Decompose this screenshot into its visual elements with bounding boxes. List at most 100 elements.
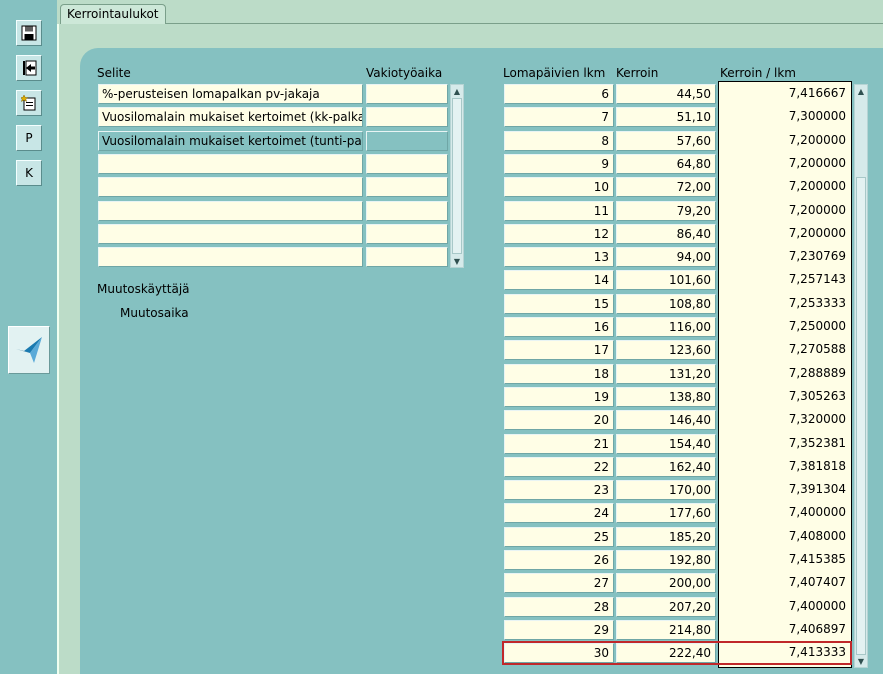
selite-field[interactable] [98,201,363,221]
scroll-thumb[interactable] [856,177,866,655]
kerroin-per-lkm-field[interactable]: 7,381818 [720,457,850,477]
lomapaivien-lkm-field[interactable]: 18 [504,364,614,384]
kerroin-field[interactable]: 154,40 [616,434,716,454]
kerroin-field[interactable]: 57,60 [616,131,716,151]
scroll-up-icon[interactable]: ▲ [855,85,867,97]
kerroin-field[interactable]: 185,20 [616,527,716,547]
lomapaivien-lkm-field[interactable]: 30 [504,643,614,663]
lomapaivien-lkm-field[interactable]: 20 [504,410,614,430]
kerroin-per-lkm-field[interactable]: 7,200000 [720,201,850,221]
kerroin-field[interactable]: 146,40 [616,410,716,430]
lomapaivien-lkm-field[interactable]: 14 [504,270,614,290]
kerroin-field[interactable]: 86,40 [616,224,716,244]
lomapaivien-lkm-field[interactable]: 23 [504,480,614,500]
kerroin-field[interactable]: 207,20 [616,597,716,617]
kerroin-per-lkm-field[interactable]: 7,415385 [720,550,850,570]
kerroin-field[interactable]: 64,80 [616,154,716,174]
kerroin-field[interactable]: 101,60 [616,270,716,290]
kerroin-per-lkm-field[interactable]: 7,250000 [720,317,850,337]
scroll-down-icon[interactable]: ▼ [451,255,463,267]
lomapaivien-lkm-field[interactable]: 26 [504,550,614,570]
k-button[interactable]: K [16,160,42,186]
lomapaivien-lkm-field[interactable]: 16 [504,317,614,337]
app-logo-button[interactable] [8,326,50,374]
lomapaivien-lkm-field[interactable]: 22 [504,457,614,477]
coefficient-scrollbar[interactable]: ▲ ▼ [854,84,868,668]
vakiotyoaika-field[interactable] [366,201,448,221]
lomapaivien-lkm-field[interactable]: 24 [504,503,614,523]
lomapaivien-lkm-field[interactable]: 17 [504,340,614,360]
kerroin-per-lkm-field[interactable]: 7,320000 [720,410,850,430]
kerroin-per-lkm-field[interactable]: 7,406897 [720,620,850,640]
vakiotyoaika-field[interactable] [366,84,448,104]
kerroin-field[interactable]: 162,40 [616,457,716,477]
vakiotyoaika-field[interactable] [366,224,448,244]
p-button[interactable]: P [16,125,42,151]
kerroin-field[interactable]: 108,80 [616,294,716,314]
kerroin-field[interactable]: 94,00 [616,247,716,267]
kerroin-per-lkm-field[interactable]: 7,200000 [720,154,850,174]
lomapaivien-lkm-field[interactable]: 25 [504,527,614,547]
selite-field[interactable]: Vuosilomalain mukaiset kertoimet (tunti-… [98,131,363,151]
kerroin-per-lkm-field[interactable]: 7,200000 [720,224,850,244]
lomapaivien-lkm-field[interactable]: 6 [504,84,614,104]
kerroin-field[interactable]: 192,80 [616,550,716,570]
tab-kerrointaulukot[interactable]: Kerrointaulukot [60,4,166,24]
vakiotyoaika-field[interactable] [366,107,448,127]
kerroin-per-lkm-field[interactable]: 7,416667 [720,84,850,104]
exit-button[interactable] [16,55,42,81]
lomapaivien-lkm-field[interactable]: 10 [504,177,614,197]
kerroin-per-lkm-field[interactable]: 7,408000 [720,527,850,547]
kerroin-per-lkm-field[interactable]: 7,400000 [720,503,850,523]
vakiotyoaika-field[interactable] [366,177,448,197]
kerroin-field[interactable]: 214,80 [616,620,716,640]
lomapaivien-lkm-field[interactable]: 19 [504,387,614,407]
lomapaivien-lkm-field[interactable]: 12 [504,224,614,244]
lomapaivien-lkm-field[interactable]: 29 [504,620,614,640]
kerroin-field[interactable]: 51,10 [616,107,716,127]
kerroin-per-lkm-field[interactable]: 7,391304 [720,480,850,500]
kerroin-field[interactable]: 222,40 [616,643,716,663]
kerroin-per-lkm-field[interactable]: 7,288889 [720,364,850,384]
selite-field[interactable] [98,154,363,174]
vakiotyoaika-field[interactable] [366,154,448,174]
selite-field[interactable] [98,224,363,244]
vakiotyoaika-field[interactable] [366,131,448,151]
kerroin-per-lkm-field[interactable]: 7,230769 [720,247,850,267]
kerroin-field[interactable]: 170,00 [616,480,716,500]
lomapaivien-lkm-field[interactable]: 21 [504,434,614,454]
kerroin-per-lkm-field[interactable]: 7,200000 [720,177,850,197]
kerroin-field[interactable]: 44,50 [616,84,716,104]
kerroin-field[interactable]: 177,60 [616,503,716,523]
lomapaivien-lkm-field[interactable]: 15 [504,294,614,314]
kerroin-field[interactable]: 72,00 [616,177,716,197]
kerroin-per-lkm-field[interactable]: 7,257143 [720,270,850,290]
kerroin-field[interactable]: 131,20 [616,364,716,384]
lomapaivien-lkm-field[interactable]: 13 [504,247,614,267]
lomapaivien-lkm-field[interactable]: 7 [504,107,614,127]
selite-field[interactable]: Vuosilomalain mukaiset kertoimet (kk-pal… [98,107,363,127]
kerroin-per-lkm-field[interactable]: 7,352381 [720,434,850,454]
new-document-button[interactable] [16,90,42,116]
kerroin-field[interactable]: 123,60 [616,340,716,360]
scroll-up-icon[interactable]: ▲ [451,85,463,97]
kerroin-per-lkm-field[interactable]: 7,305263 [720,387,850,407]
selite-field[interactable] [98,247,363,267]
kerroin-per-lkm-field[interactable]: 7,407407 [720,573,850,593]
lomapaivien-lkm-field[interactable]: 11 [504,201,614,221]
kerroin-per-lkm-field[interactable]: 7,253333 [720,294,850,314]
kerroin-per-lkm-field[interactable]: 7,200000 [720,131,850,151]
scroll-down-icon[interactable]: ▼ [855,655,867,667]
vakiotyoaika-field[interactable] [366,247,448,267]
lomapaivien-lkm-field[interactable]: 8 [504,131,614,151]
kerroin-per-lkm-field[interactable]: 7,413333 [720,643,850,663]
save-button[interactable] [16,20,42,46]
kerroin-per-lkm-field[interactable]: 7,400000 [720,597,850,617]
kerroin-field[interactable]: 79,20 [616,201,716,221]
selite-field[interactable]: %-perusteisen lomapalkan pv-jakaja [98,84,363,104]
lomapaivien-lkm-field[interactable]: 27 [504,573,614,593]
lomapaivien-lkm-field[interactable]: 28 [504,597,614,617]
description-scrollbar[interactable]: ▲ ▼ [450,84,464,268]
lomapaivien-lkm-field[interactable]: 9 [504,154,614,174]
selite-field[interactable] [98,177,363,197]
